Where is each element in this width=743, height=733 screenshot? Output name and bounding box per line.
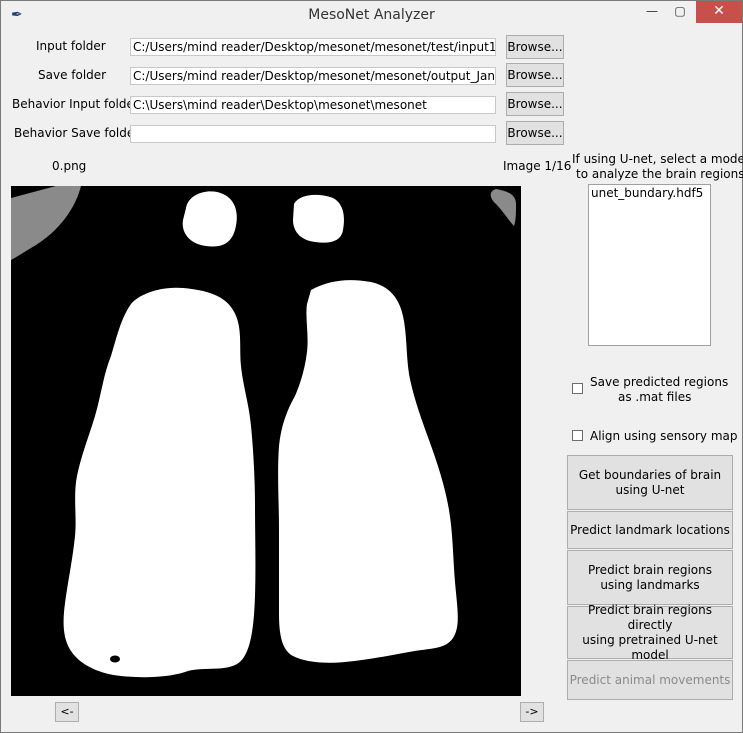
align-sensory-checkbox[interactable] — [572, 430, 583, 441]
close-button[interactable]: ✕ — [696, 1, 742, 23]
get-boundaries-label-line2: using U-net — [615, 482, 685, 497]
app-window: ✒ MesoNet Analyzer — ▢ ✕ Input folder C:… — [0, 0, 743, 733]
behavior-save-folder-browse-button[interactable]: Browse... — [506, 121, 564, 145]
align-sensory-label: Align using sensory map — [590, 429, 738, 443]
minimize-button[interactable]: — — [637, 1, 667, 23]
get-boundaries-label-line1: Get boundaries of brain — [578, 467, 722, 482]
behavior-save-folder-label: Behavior Save folder — [14, 126, 140, 140]
behavior-input-folder-label: Behavior Input folder — [12, 97, 139, 111]
behavior-save-folder-field[interactable] — [130, 125, 496, 143]
behavior-input-folder-field[interactable]: C:\Users\mind reader\Desktop\mesonet\mes… — [130, 96, 496, 114]
predict-regions-label-line2: using landmarks — [600, 577, 700, 592]
predict-regions-label-line1: Predict brain regions — [587, 562, 712, 577]
predict-movements-button[interactable]: Predict animal movements — [567, 660, 733, 700]
model-listbox[interactable]: unet_bundary.hdf5 — [588, 184, 711, 346]
predict-direct-label-line1: Predict brain regions directly — [587, 602, 712, 632]
behavior-input-folder-browse-button[interactable]: Browse... — [506, 92, 564, 116]
image-filename: 0.png — [52, 159, 87, 173]
model-prompt-line1: If using U-net, select a model — [572, 152, 743, 166]
save-folder-label: Save folder — [38, 68, 107, 82]
model-option[interactable]: unet_bundary.hdf5 — [589, 185, 710, 201]
predict-regions-unet-button[interactable]: Predict brain regions directly using pret… — [567, 602, 733, 662]
image-canvas — [11, 186, 521, 696]
window-title: MesoNet Analyzer — [308, 7, 435, 23]
previous-image-button[interactable]: <- — [55, 702, 79, 722]
input-folder-field[interactable]: C:/Users/mind reader/Desktop/mesonet/mes… — [130, 38, 496, 56]
maximize-button[interactable]: ▢ — [665, 1, 695, 23]
save-mat-label-line2: as .mat files — [618, 390, 692, 404]
brain-mask-image — [11, 186, 521, 696]
save-mat-checkbox[interactable] — [572, 383, 583, 394]
predict-landmarks-button[interactable]: Predict landmark locations — [567, 511, 733, 549]
save-folder-browse-button[interactable]: Browse... — [506, 63, 564, 87]
predict-regions-landmarks-button[interactable]: Predict brain regions using landmarks — [567, 550, 733, 605]
title-bar: ✒ MesoNet Analyzer — ▢ ✕ — [1, 1, 742, 31]
input-folder-browse-button[interactable]: Browse... — [506, 35, 564, 59]
predict-movements-label: Predict animal movements — [569, 672, 731, 687]
get-boundaries-button[interactable]: Get boundaries of brain using U-net — [567, 455, 733, 510]
input-folder-label: Input folder — [36, 39, 106, 53]
model-prompt-line2: to analyze the brain regions: — [576, 167, 743, 181]
next-image-button[interactable]: -> — [520, 702, 544, 722]
predict-landmarks-label: Predict landmark locations — [570, 522, 730, 537]
predict-direct-label-line2: using pretrained U-net model — [582, 632, 718, 662]
image-counter: Image 1/16 — [503, 159, 572, 173]
save-mat-label-line1: Save predicted regions — [590, 375, 729, 389]
save-folder-field[interactable]: C:/Users/mind reader/Desktop/mesonet/mes… — [130, 67, 496, 85]
